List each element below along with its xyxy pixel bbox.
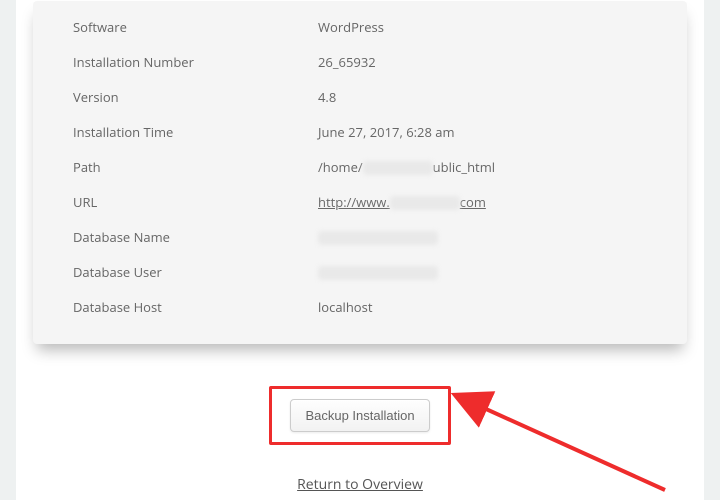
url-suffix: com bbox=[460, 193, 486, 211]
label-version: Version bbox=[73, 88, 318, 106]
value-db-user bbox=[318, 263, 647, 281]
value-db-name bbox=[318, 228, 647, 246]
row-db-user: Database User bbox=[73, 254, 647, 289]
row-path: Path /home/ublic_html bbox=[73, 149, 647, 184]
redacted-span bbox=[390, 196, 460, 210]
value-url: http://www. com bbox=[318, 193, 647, 211]
row-db-name: Database Name bbox=[73, 219, 647, 254]
row-software: Software WordPress bbox=[73, 9, 647, 44]
path-prefix: /home/ bbox=[318, 158, 363, 176]
label-db-name: Database Name bbox=[73, 228, 318, 246]
label-db-user: Database User bbox=[73, 263, 318, 281]
value-software: WordPress bbox=[318, 18, 647, 36]
value-db-host: localhost bbox=[318, 298, 647, 316]
url-prefix: http://www. bbox=[318, 193, 390, 211]
value-version: 4.8 bbox=[318, 88, 647, 106]
value-installation-time: June 27, 2017, 6:28 am bbox=[318, 123, 647, 141]
row-installation-number: Installation Number 26_65932 bbox=[73, 44, 647, 79]
redacted-span bbox=[363, 161, 433, 175]
installation-details-card: Software WordPress Installation Number 2… bbox=[33, 1, 687, 344]
row-db-host: Database Host localhost bbox=[73, 289, 647, 324]
label-db-host: Database Host bbox=[73, 298, 318, 316]
row-url: URL http://www. com bbox=[73, 184, 647, 219]
redacted-span bbox=[318, 266, 438, 280]
label-path: Path bbox=[73, 158, 318, 176]
label-installation-time: Installation Time bbox=[73, 123, 318, 141]
backup-installation-button[interactable]: Backup Installation bbox=[290, 399, 429, 432]
value-installation-number: 26_65932 bbox=[318, 53, 647, 71]
label-software: Software bbox=[73, 18, 318, 36]
row-installation-time: Installation Time June 27, 2017, 6:28 am bbox=[73, 114, 647, 149]
path-suffix: ublic_html bbox=[433, 158, 495, 176]
redacted-span bbox=[318, 231, 438, 245]
return-overview-link[interactable]: Return to Overview bbox=[33, 475, 687, 494]
value-path: /home/ublic_html bbox=[318, 158, 647, 176]
install-url-link[interactable]: http://www. com bbox=[318, 193, 486, 211]
label-url: URL bbox=[73, 193, 318, 211]
label-installation-number: Installation Number bbox=[73, 53, 318, 71]
row-version: Version 4.8 bbox=[73, 79, 647, 114]
highlight-box: Backup Installation bbox=[269, 386, 450, 445]
